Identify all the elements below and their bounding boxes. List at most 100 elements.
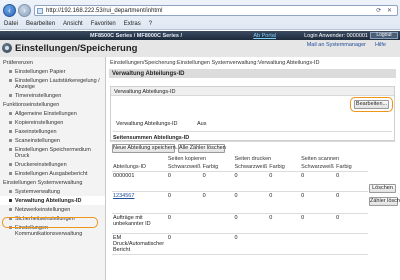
col-print-bw: Schwarzweiß [233,163,269,172]
sidebar-item-fax[interactable]: Faxeinstellungen [0,127,105,136]
value-cell: 0 [300,213,336,234]
department-id-cell: EM Druck/Automatischer Bericht [112,233,167,255]
logout-button[interactable]: Logout [370,32,398,39]
col-group-print: Seiten drucken [234,156,272,162]
menu-datei[interactable]: Datei [4,19,18,30]
url-text[interactable]: http://192.168.222.53/rui_department/inh… [46,8,162,14]
menu-help[interactable]: ? [149,19,152,30]
menu-ansicht[interactable]: Ansicht [63,19,83,30]
col-scan-bw: Schwarzweiß [300,163,336,172]
value-cell [201,233,234,255]
department-id-cell: 0000001 [112,171,167,192]
sidebar-item-scan[interactable]: Scaneinstellungen [0,136,105,145]
sidebar-item-label: Faxeinstellungen [15,128,57,135]
sidebar-section-preferences: Präferenzen [3,60,33,66]
sidebar-item-memory-print[interactable]: Einstellungen Speichermedium Druck [0,145,105,160]
sidebar-item-department-id[interactable]: Verwaltung Abteilungs-ID [0,196,105,205]
divider [113,131,392,132]
sidebar-item-timer[interactable]: Timereinstellungen [0,91,105,100]
value-cell: 0 [335,171,368,192]
help-link[interactable]: Hilfe [375,42,386,48]
value-cell: 0 [300,171,336,192]
col-scan-color: Farbig [335,163,368,172]
table-row: 1234567 0 0 0 0 0 0 [112,191,368,214]
panel-title: Verwaltung Abteilungs-ID [109,69,396,78]
app-header: MF8500C Series / MF8000C Series / Ab Por… [0,31,400,57]
mail-admin-link[interactable]: Mail an Systemmanager [307,42,366,48]
portal-link[interactable]: Ab Portal [253,33,276,39]
value-cell: 0 [233,191,269,214]
value-cell: 0 [201,191,234,214]
department-id-link[interactable]: 1234567 [112,191,167,214]
value-cell: 0 [300,191,336,214]
bullet-icon [9,190,12,193]
sidebar-section-functions: Funktionseinstellungen [3,102,60,108]
login-user: Login Anwender: 0000001 [304,32,368,39]
value-cell [268,233,301,255]
clear-all-counters-button[interactable]: Alle Zähler löschen [178,144,226,153]
app-topbar: MF8500C Series / MF8000C Series / Ab Por… [0,31,400,40]
delete-button[interactable]: Löschen [369,184,396,193]
sidebar-item-label: Scaneinstellungen [15,137,60,144]
bullet-icon [9,121,12,124]
sidebar: Präferenzen Einstellungen Papier Einstel… [0,57,106,280]
clear-counter-button[interactable]: Zähler löschen [369,197,400,206]
col-print-color: Farbig [268,163,301,172]
page-title: Einstellungen/Speicherung [15,43,138,54]
value-cell: 0 [166,213,202,234]
sidebar-item-report[interactable]: Einstellungen Ausgabebericht [0,169,105,178]
value-cell [201,213,234,234]
sidebar-item-system-management[interactable]: Systemverwaltung [0,187,105,196]
sidebar-item-label: Einstellungen Ausgabebericht [15,170,88,177]
new-department-button[interactable]: Neue Abteilung speichern... [112,144,180,153]
value-cell: 0 [268,213,301,234]
bullet-icon [9,139,12,142]
value-cell: 0 [233,171,269,192]
bullet-icon [9,94,12,97]
page-totals-table: Abteilungs-ID Seiten kopieren Seiten dru… [112,155,368,255]
value-cell: 0 [201,171,234,192]
sidebar-item-communication[interactable]: Einstellungen Kommunikationsverwaltung [0,223,105,238]
menu-bar: Datei Bearbeiten Ansicht Favoriten Extra… [0,19,400,30]
value-cell: 0 [166,171,202,192]
sidebar-item-copy[interactable]: Kopiereinstellungen [0,118,105,127]
sidebar-item-label: Kopiereinstellungen [15,119,64,126]
edit-button[interactable]: Bearbeiten... [354,100,389,109]
forward-arrow-icon[interactable]: › [18,4,31,17]
refresh-icon[interactable]: ⟳ ✕ [376,7,394,14]
menu-extras[interactable]: Extras [124,19,141,30]
value-cell: 0 [335,191,368,214]
value-cell: 0 [268,191,301,214]
menu-favoriten[interactable]: Favoriten [91,19,116,30]
bullet-icon [9,172,12,175]
bullet-icon [9,217,12,220]
bullet-icon [9,130,12,133]
pages-section-title: Seitensummen Abteilungs-ID [110,133,395,142]
menu-bearbeiten[interactable]: Bearbeiten [26,19,55,30]
value-cell: 0 [166,191,202,214]
sidebar-item-label: Druckereinstellungen [15,161,67,168]
bullet-icon [9,70,12,73]
sidebar-item-paper[interactable]: Einstellungen Papier [0,67,105,76]
col-group-copy: Seiten kopieren [167,156,207,162]
sidebar-item-label: Einstellungen Lautstärkeregelung / Anzei… [15,77,100,90]
model-name: MF8500C Series / MF8000C Series / [90,32,183,39]
sidebar-item-label: Sicherheitseinstellungen [15,215,75,222]
sidebar-item-general[interactable]: Allgemeine Einstellungen [0,109,105,118]
back-arrow-icon[interactable]: ‹ [3,4,16,17]
main-content: Einstellungen/Speicherung:Einstellungen … [107,57,400,280]
sidebar-item-label: Verwaltung Abteilungs-ID [15,197,82,204]
sidebar-item-security[interactable]: Sicherheitseinstellungen [0,214,105,223]
sidebar-item-network[interactable]: Netzwerkeinstellungen [0,205,105,214]
address-bar[interactable]: http://192.168.222.53/rui_department/inh… [34,5,398,16]
value-cell [335,233,368,255]
sidebar-item-label: Allgemeine Einstellungen [15,110,77,117]
bullet-icon [9,163,12,166]
value-cell: 0 [335,213,368,234]
sidebar-item-printer[interactable]: Druckereinstellungen [0,160,105,169]
bullet-icon [9,226,12,229]
bullet-icon [9,79,12,82]
bullet-icon [9,199,12,202]
bullet-icon [9,112,12,115]
sidebar-item-volume[interactable]: Einstellungen Lautstärkeregelung / Anzei… [0,76,105,91]
